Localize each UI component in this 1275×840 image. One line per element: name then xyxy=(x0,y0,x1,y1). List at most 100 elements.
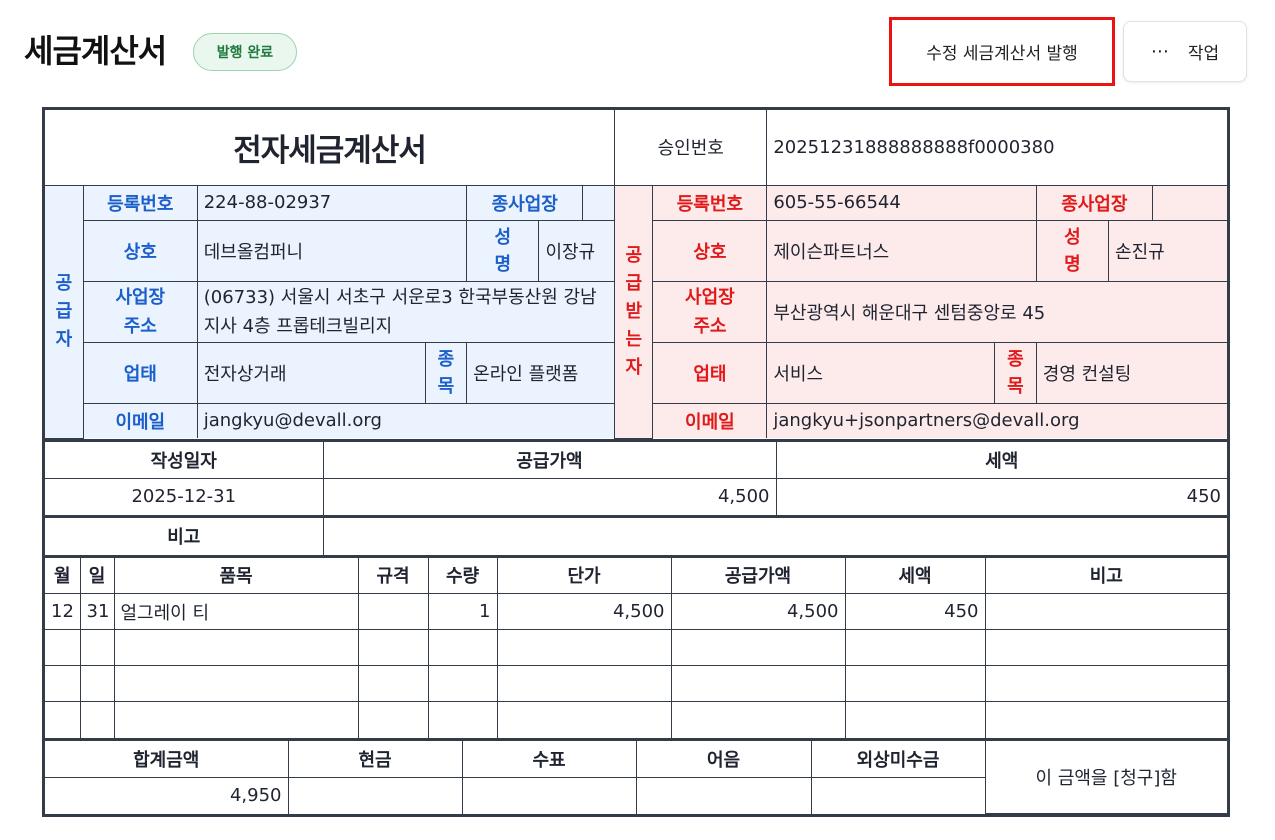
tax-amount: 450 xyxy=(775,478,1227,515)
cell-spec xyxy=(357,629,429,666)
cell-supply-amount xyxy=(670,629,846,666)
cell-item xyxy=(113,701,359,738)
credit-amount xyxy=(810,777,985,814)
note-bill-label: 어음 xyxy=(635,740,812,778)
receiver-address-label: 사업장 주소 xyxy=(652,280,768,343)
cell-month: 12 xyxy=(45,593,81,630)
cell-note xyxy=(984,629,1227,666)
cell-supply-amount xyxy=(670,701,846,738)
supplier-side-label: 공급자 xyxy=(45,184,84,439)
check-amount xyxy=(461,777,637,814)
cell-unit-price xyxy=(496,665,672,702)
cell-tax xyxy=(844,629,986,666)
totals-section: 합계금액 현금 수표 어음 외상미수금 이 금액을 [청구]함 4,950 xyxy=(42,737,1230,817)
table-row xyxy=(45,665,1227,702)
cell-month xyxy=(45,701,81,738)
cell-day xyxy=(79,665,115,702)
actions-button-label: 작업 xyxy=(1187,44,1220,64)
cell-day xyxy=(79,629,115,666)
note-label: 비고 xyxy=(45,517,324,555)
supplier-company-label: 상호 xyxy=(83,219,198,282)
supplier-sub-biz-label: 종사업장 xyxy=(466,184,584,221)
supplier-email: jangkyu@devall.org xyxy=(196,402,616,438)
receiver-reg-no: 605-55-66544 xyxy=(766,184,1037,221)
supplier-biz-item: 온라인 플랫폼 xyxy=(466,341,616,404)
supplier-address: (06733) 서울시 서초구 서운로3 한국부동산원 강남 지사 4층 프롭테크… xyxy=(196,280,616,343)
receiver-side-label: 공급받는자 xyxy=(614,184,654,439)
receiver-sub-biz-label: 종사업장 xyxy=(1035,184,1153,221)
cell-tax xyxy=(844,701,986,738)
page-title: 세금계산서 xyxy=(24,32,167,70)
cell-note xyxy=(984,593,1227,630)
cell-supply-amount xyxy=(670,665,846,702)
cash-label: 현금 xyxy=(287,740,463,778)
note-value xyxy=(322,517,1227,555)
supplier-address-label: 사업장 주소 xyxy=(83,280,198,343)
supply-amount: 4,500 xyxy=(322,478,777,515)
supplier-reg-no: 224-88-02937 xyxy=(196,184,468,221)
document-title: 전자세금계산서 xyxy=(45,110,616,186)
issue-revised-invoice-button[interactable]: 수정 세금계산서 발행 xyxy=(889,17,1115,86)
receiver-address: 부산광역시 해운대구 센텀중앙로 45 xyxy=(766,280,1227,343)
cell-qty: 1 xyxy=(427,593,498,630)
col-unit-price: 단가 xyxy=(496,557,672,594)
receiver-reg-no-label: 등록번호 xyxy=(652,184,768,221)
more-icon: ⋯ xyxy=(1150,41,1170,62)
note-bill-amount xyxy=(635,777,812,814)
table-row xyxy=(45,629,1227,666)
col-supply-amount: 공급가액 xyxy=(670,557,846,594)
cell-tax: 450 xyxy=(844,593,986,630)
col-spec: 규격 xyxy=(357,557,429,594)
receiver-email-label: 이메일 xyxy=(652,402,768,438)
cell-tax xyxy=(844,665,986,702)
table-row xyxy=(45,701,1227,738)
invoice-summary-section: 작성일자 공급가액 세액 2025-12-31 4,500 450 xyxy=(42,438,1230,515)
supplier-rep-name: 이장규 xyxy=(538,219,616,282)
cell-spec xyxy=(357,701,429,738)
cell-spec xyxy=(357,665,429,702)
total-amount: 4,950 xyxy=(45,777,289,814)
cell-unit-price xyxy=(496,629,672,666)
actions-button[interactable]: ⋯ 작업 xyxy=(1123,21,1247,82)
cell-item: 얼그레이 티 xyxy=(113,593,359,630)
credit-label: 외상미수금 xyxy=(810,740,986,778)
check-label: 수표 xyxy=(461,740,637,778)
invoice-note-section: 비고 xyxy=(42,514,1230,555)
approval-number: 20251231888888888f0000380 xyxy=(766,110,1227,186)
receiver-sub-biz xyxy=(1151,184,1227,221)
cell-unit-price: 4,500 xyxy=(496,593,672,630)
col-note: 비고 xyxy=(984,557,1227,594)
supply-amount-label: 공급가액 xyxy=(322,441,777,479)
line-items-section: 월 일 품목 규격 수량 단가 공급가액 세액 비고 12 31 얼그레이 티 … xyxy=(42,554,1230,738)
claim-text: 이 금액을 [청구]함 xyxy=(984,740,1227,814)
col-month: 월 xyxy=(45,557,81,594)
cell-item xyxy=(113,665,359,702)
cell-day: 31 xyxy=(79,593,115,630)
cell-item xyxy=(113,629,359,666)
tax-amount-label: 세액 xyxy=(775,441,1227,479)
receiver-rep-name: 손진규 xyxy=(1108,219,1227,282)
cell-spec xyxy=(357,593,429,630)
cell-month xyxy=(45,629,81,666)
col-qty: 수량 xyxy=(427,557,498,594)
supplier-rep-name-label: 성명 xyxy=(466,219,540,282)
receiver-biz-type: 서비스 xyxy=(766,341,996,404)
table-row: 12 31 얼그레이 티 1 4,500 4,500 450 xyxy=(45,593,1227,630)
approval-number-label: 승인번호 xyxy=(614,110,768,186)
cell-unit-price xyxy=(496,701,672,738)
supplier-email-label: 이메일 xyxy=(83,402,198,438)
invoice-parties-section: 전자세금계산서 승인번호 20251231888888888f0000380 공… xyxy=(42,107,1230,439)
cell-qty xyxy=(427,701,498,738)
col-tax: 세액 xyxy=(844,557,986,594)
supplier-biz-type-label: 업태 xyxy=(83,341,198,404)
cell-note xyxy=(984,665,1227,702)
date-label: 작성일자 xyxy=(45,441,324,479)
status-badge: 발행 완료 xyxy=(193,33,297,71)
cell-month xyxy=(45,665,81,702)
invoice-date: 2025-12-31 xyxy=(45,478,324,515)
total-amount-label: 합계금액 xyxy=(45,740,289,778)
cash-amount xyxy=(287,777,463,814)
supplier-company: 데브올컴퍼니 xyxy=(196,219,468,282)
col-day: 일 xyxy=(79,557,115,594)
cell-day xyxy=(79,701,115,738)
